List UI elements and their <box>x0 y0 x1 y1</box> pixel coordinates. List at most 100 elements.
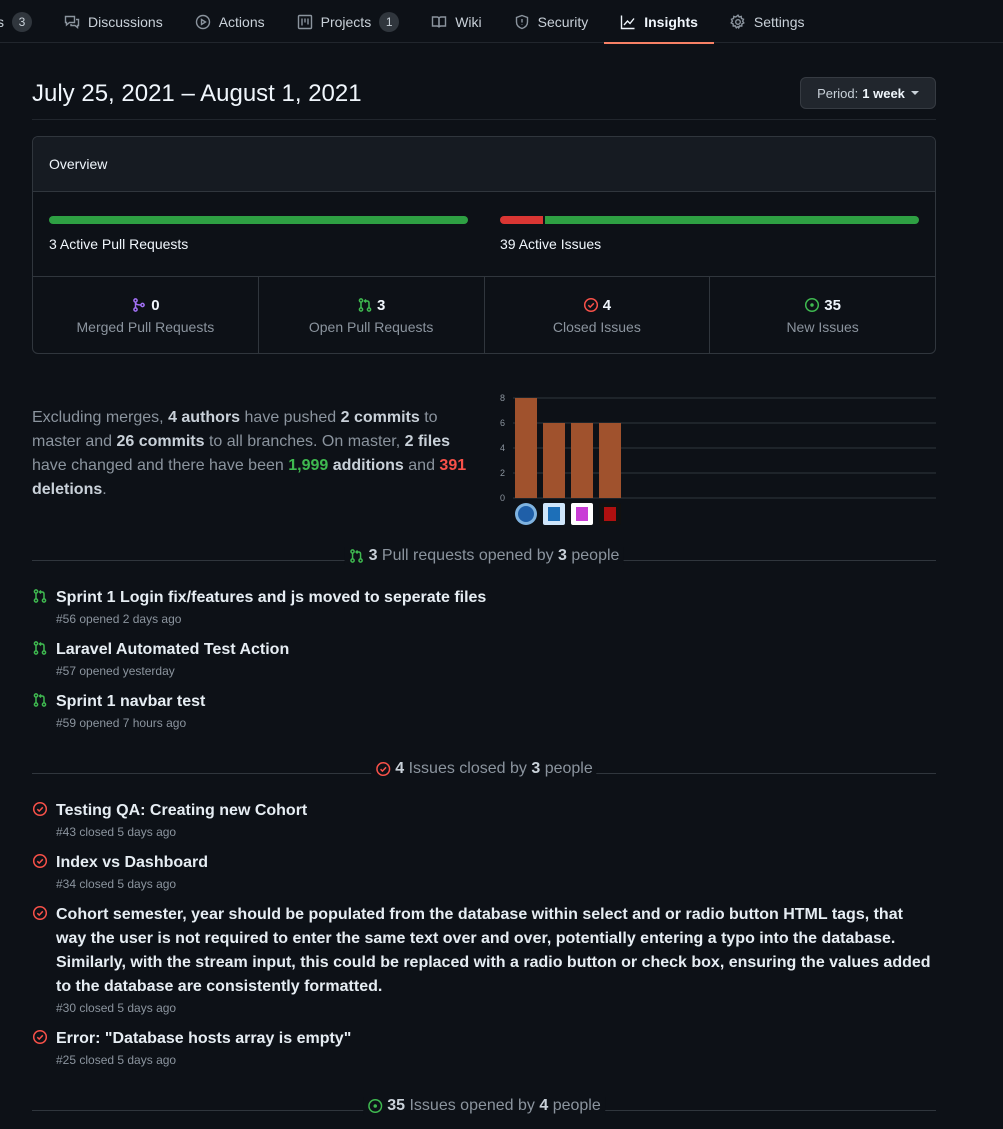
projects-counter: 1 <box>379 11 400 32</box>
issue-meta: #30 closed 5 days ago <box>56 1001 177 1015</box>
tab-issues-label: s <box>0 13 4 30</box>
tab-projects[interactable]: Projects 1 <box>281 0 416 43</box>
contributor-bar[interactable] <box>571 423 593 498</box>
stat-label: Closed Issues <box>552 318 641 335</box>
project-icon <box>297 14 312 29</box>
stat-value: 4 <box>602 296 612 314</box>
issue-list-item: Index vs Dashboard #34 closed 5 days ago <box>32 851 936 893</box>
deletions-count: 391 <box>439 457 467 474</box>
closed-issues-heading: 4 Issues closed by 3 people <box>371 760 597 778</box>
stat-open-prs[interactable]: 3 Open Pull Requests <box>259 277 485 353</box>
period-prefix: Period: <box>817 85 859 101</box>
gear-icon <box>730 13 745 29</box>
pr-title-link[interactable]: Sprint 1 Login fix/features and js moved… <box>56 586 936 610</box>
pull-requests-heading: 3 Pull requests opened by 3 people <box>344 547 624 565</box>
contributor-bar[interactable] <box>543 423 565 498</box>
tab-actions[interactable]: Actions <box>179 0 281 43</box>
git-pull-request-icon <box>358 298 372 312</box>
avatar[interactable] <box>599 503 621 525</box>
y-tick-label: 2 <box>500 468 505 478</box>
summary-text: . <box>102 481 107 498</box>
summary-text: Excluding merges, <box>32 409 169 426</box>
issue-title-link[interactable]: Testing QA: Creating new Cohort <box>56 799 936 823</box>
git-pull-request-icon <box>33 693 47 707</box>
tab-discussions[interactable]: Discussions <box>48 0 179 43</box>
stat-value: 3 <box>376 296 386 314</box>
contributors-bar-chart: 0 2 4 6 8 <box>500 393 936 525</box>
tab-wiki[interactable]: Wiki <box>415 0 497 43</box>
issue-closed-icon <box>583 297 598 313</box>
closed-heading-text: Issues closed by <box>404 760 532 777</box>
issue-closed-icon <box>32 1029 48 1045</box>
issue-opened-icon <box>805 297 820 313</box>
issue-title-link[interactable]: Index vs Dashboard <box>56 851 936 875</box>
pr-list-item: Laravel Automated Test Action #57 opened… <box>32 638 936 680</box>
contributor-bar[interactable] <box>599 423 621 498</box>
opened-count: 35 <box>387 1097 406 1114</box>
stat-new-issues[interactable]: 35 New Issues <box>710 277 935 353</box>
tab-insights-label: Insights <box>644 13 698 30</box>
tab-actions-label: Actions <box>218 13 265 30</box>
authors-link[interactable]: 4 authors <box>168 409 240 426</box>
git-pull-request-icon <box>33 589 47 603</box>
issues-bar-label[interactable]: 39 Active Issues <box>500 236 601 252</box>
y-tick-label: 4 <box>500 443 505 453</box>
stat-label: Open Pull Requests <box>308 318 434 335</box>
stat-merged-prs[interactable]: 0 Merged Pull Requests <box>33 277 259 353</box>
stat-value: 35 <box>824 296 841 314</box>
tab-security[interactable]: Security <box>498 0 605 43</box>
tab-settings-label: Settings <box>753 13 805 30</box>
commits-master-link[interactable]: 2 commits <box>341 409 420 426</box>
tab-issues[interactable]: s 3 <box>0 0 48 43</box>
stat-closed-issues[interactable]: 4 Closed Issues <box>485 277 711 353</box>
overview-bars: 3 Active Pull Requests 39 Active Issues <box>33 192 935 277</box>
pr-title-link[interactable]: Sprint 1 navbar test <box>56 690 936 714</box>
tab-insights[interactable]: Insights <box>604 0 714 44</box>
opened-heading-tail: people <box>548 1097 601 1114</box>
issues-counter: 3 <box>12 11 32 32</box>
avatar[interactable] <box>571 503 593 525</box>
issue-closed-icon <box>32 801 48 817</box>
tab-security-label: Security <box>537 13 589 30</box>
y-tick-label: 6 <box>500 418 505 428</box>
book-icon <box>432 15 447 28</box>
period-select-button[interactable]: Period: 1 week <box>800 77 936 109</box>
pr-title-link[interactable]: Laravel Automated Test Action <box>56 638 936 662</box>
summary-text: and <box>403 457 440 474</box>
issue-meta: #34 closed 5 days ago <box>56 877 177 891</box>
overview-title: Overview <box>33 137 935 192</box>
closed-heading-tail: people <box>540 760 593 777</box>
pr-progress-bar[interactable] <box>49 216 468 224</box>
opened-issues-heading: 35 Issues opened by 4 people <box>363 1097 605 1115</box>
issue-meta: #43 closed 5 days ago <box>56 825 177 839</box>
page-title: July 25, 2021 – August 1, 2021 <box>32 80 362 107</box>
pr-heading-text: Pull requests opened by <box>377 547 559 564</box>
tab-settings[interactable]: Settings <box>714 0 821 43</box>
pr-bar-label[interactable]: 3 Active Pull Requests <box>49 236 188 252</box>
period-value: 1 week <box>862 85 905 101</box>
contributor-bar[interactable] <box>515 398 537 498</box>
y-tick-label: 0 <box>500 493 505 503</box>
graph-icon <box>621 15 635 29</box>
commits-all-link[interactable]: 26 commits <box>116 433 204 450</box>
overview-stats: 0 Merged Pull Requests 3 Open Pull Reque… <box>33 277 935 353</box>
issue-title-link[interactable]: Cohort semester, year should be populate… <box>56 903 936 999</box>
pr-active-segment <box>49 216 468 224</box>
avatar[interactable] <box>515 503 537 525</box>
git-pull-request-icon <box>350 549 363 563</box>
summary-text: have changed and there have been <box>32 457 289 474</box>
issue-closed-icon <box>32 853 48 869</box>
files-count: 2 files <box>404 433 450 450</box>
issues-progress-bar[interactable] <box>500 216 919 224</box>
issue-meta: #25 closed 5 days ago <box>56 1053 177 1067</box>
issue-closed-icon <box>32 905 48 921</box>
y-tick-label: 8 <box>500 393 505 403</box>
tab-wiki-label: Wiki <box>455 13 482 30</box>
additions-label: additions <box>328 457 404 474</box>
avatar[interactable] <box>543 503 565 525</box>
divider <box>32 119 936 120</box>
git-merge-icon <box>133 298 146 312</box>
issue-title-link[interactable]: Error: "Database hosts array is empty" <box>56 1027 936 1051</box>
tab-projects-label: Projects <box>320 13 372 30</box>
opened-heading-text: Issues opened by <box>405 1097 540 1114</box>
